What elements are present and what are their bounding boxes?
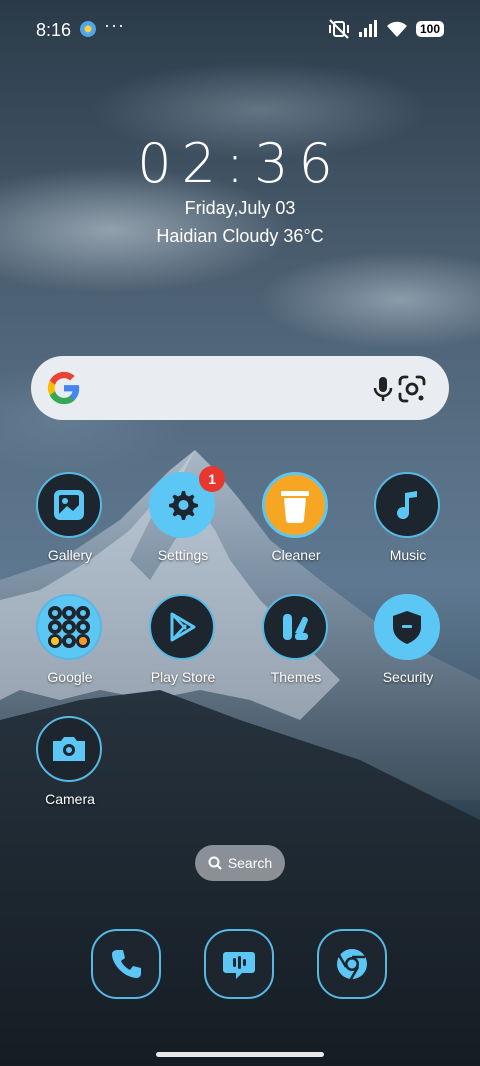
app-gallery[interactable]: Gallery <box>20 472 120 582</box>
app-label: Settings <box>157 547 209 563</box>
app-label: Google <box>47 669 93 685</box>
app-label: Music <box>389 547 427 563</box>
clock-widget-time[interactable]: 02:36 <box>0 132 480 195</box>
weather-text[interactable]: Haidian Cloudy 36°C <box>0 226 480 247</box>
gallery-icon <box>36 472 102 538</box>
google-g-icon <box>47 371 80 405</box>
app-camera[interactable]: Camera <box>20 716 120 826</box>
app-cleaner[interactable]: Cleaner <box>246 472 346 582</box>
dock-chrome[interactable] <box>317 929 387 999</box>
app-label: Gallery <box>47 547 93 563</box>
gesture-navigation-bar[interactable] <box>156 1052 324 1057</box>
app-google-folder[interactable]: Google <box>20 594 120 704</box>
messages-icon <box>223 952 255 979</box>
shield-icon <box>374 594 440 660</box>
dock-phone[interactable] <box>91 929 161 999</box>
play-store-icon <box>149 594 215 660</box>
app-themes[interactable]: Themes <box>246 594 346 704</box>
vibrate-off-icon <box>328 19 349 39</box>
app-label: Cleaner <box>271 547 321 563</box>
app-music[interactable]: Music <box>358 472 458 582</box>
phone-icon <box>112 950 141 978</box>
search-label: Search <box>227 855 273 871</box>
status-time: 8:16 <box>36 20 72 40</box>
app-label: Play Store <box>150 669 216 685</box>
wifi-icon <box>386 21 407 37</box>
app-security[interactable]: Security <box>358 594 458 704</box>
more-notifications-icon: ··· <box>104 15 125 35</box>
trash-icon <box>262 472 328 538</box>
music-note-icon <box>374 472 440 538</box>
google-lens-icon[interactable] <box>395 372 429 406</box>
status-icons: 100 <box>328 19 444 39</box>
notification-app-icon <box>80 21 96 37</box>
app-label: Security <box>382 669 434 685</box>
themes-icon <box>262 594 328 660</box>
app-label: Themes <box>270 669 322 685</box>
google-search-bar[interactable] <box>31 356 449 420</box>
signal-icon <box>358 20 377 37</box>
app-play-store[interactable]: Play Store <box>133 594 233 704</box>
dock-messages[interactable] <box>204 929 274 999</box>
notification-badge: 1 <box>199 466 225 492</box>
app-settings[interactable]: 1 Settings <box>133 466 233 582</box>
app-label: Camera <box>45 791 95 807</box>
app-search-button[interactable]: Search <box>195 845 285 881</box>
search-icon <box>208 856 222 870</box>
chrome-icon <box>337 949 367 980</box>
folder-icon <box>36 594 102 660</box>
battery-icon: 100 <box>415 21 444 37</box>
clock-widget-date[interactable]: Friday,July 03 <box>0 198 480 219</box>
status-bar: 8:16 ··· 100 <box>0 0 480 60</box>
camera-icon <box>36 716 102 782</box>
